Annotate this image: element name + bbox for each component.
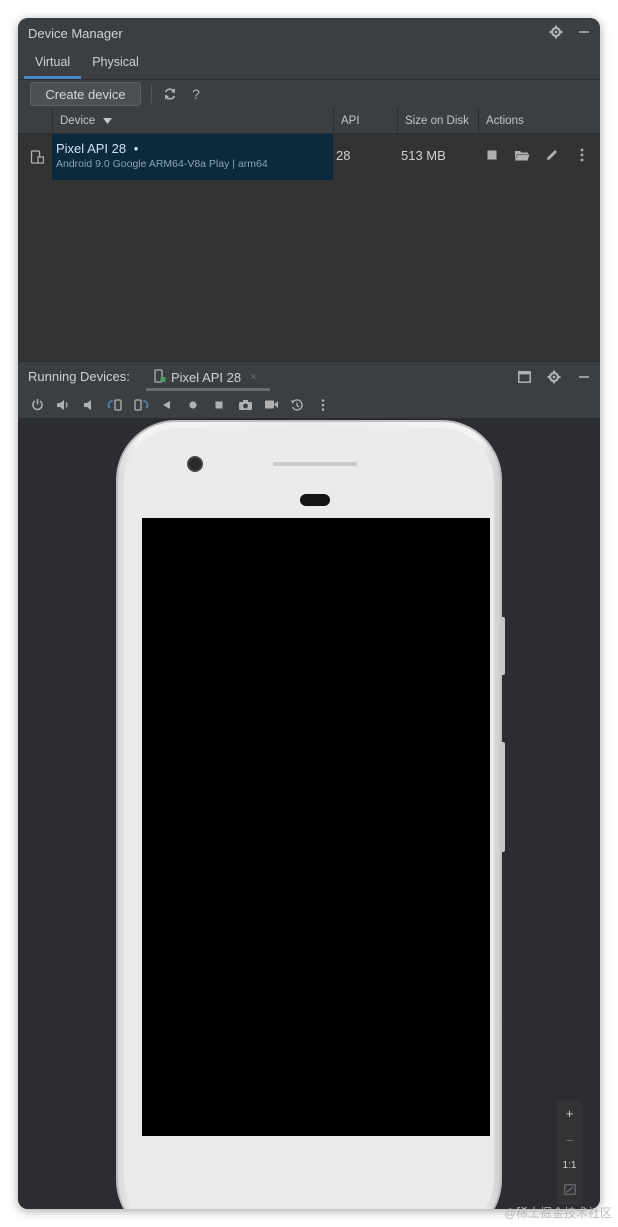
window-layout-icon[interactable]	[516, 369, 532, 385]
folder-icon[interactable]	[514, 147, 530, 163]
running-tab-label: Pixel API 28	[171, 369, 242, 385]
volume-up-icon[interactable]	[54, 396, 72, 414]
front-camera	[187, 456, 203, 472]
gear-icon[interactable]	[546, 369, 562, 385]
running-devices-bar: Running Devices: Pixel API 28 ×	[18, 361, 600, 391]
zoom-in-button[interactable]: +	[566, 1106, 574, 1121]
home-icon[interactable]	[184, 396, 202, 414]
column-device-label: Device	[60, 115, 96, 127]
tab-running-pixel[interactable]: Pixel API 28 ×	[142, 362, 270, 392]
minimize-icon[interactable]	[576, 24, 592, 40]
snapshot-history-icon[interactable]	[288, 396, 306, 414]
tab-physical[interactable]: Physical	[81, 48, 150, 79]
more-vertical-icon[interactable]	[314, 396, 332, 414]
emulator-toolbar	[18, 391, 600, 418]
phone-volume-rocker	[500, 742, 505, 852]
column-api[interactable]: API	[333, 108, 397, 134]
volume-down-icon[interactable]	[80, 396, 98, 414]
rotate-right-icon[interactable]	[132, 396, 150, 414]
zoom-fit-screen-icon[interactable]	[563, 1183, 576, 1198]
device-api: 28	[336, 148, 351, 163]
row-actions	[484, 147, 590, 163]
device-status-dot: •	[133, 141, 139, 156]
phone-frame	[116, 420, 505, 1209]
earpiece-speaker	[273, 462, 357, 466]
window-title: Device Manager	[28, 25, 123, 41]
close-icon[interactable]: ×	[250, 371, 256, 383]
more-vertical-icon[interactable]	[574, 147, 590, 163]
refresh-icon[interactable]	[162, 86, 178, 102]
device-screen[interactable]	[142, 518, 490, 1136]
device-subtitle: Android 9.0 Google ARM64-V8a Play | arm6…	[56, 158, 268, 170]
power-icon[interactable]	[28, 396, 46, 414]
help-icon[interactable]: ?	[188, 86, 204, 102]
table-row[interactable]: Pixel API 28 • Android 9.0 Google ARM64-…	[18, 134, 600, 180]
device-type-tabs: Virtual Physical	[18, 48, 600, 80]
device-manager-window: Device Manager Virtual Physical Create d…	[18, 18, 600, 1209]
device-toolbar: Create device ?	[18, 80, 600, 108]
overview-icon[interactable]	[210, 396, 228, 414]
proximity-sensor	[300, 494, 330, 506]
device-name: Pixel API 28	[56, 141, 127, 156]
running-device-icon	[154, 368, 166, 386]
phone-power-button	[500, 617, 505, 675]
column-device[interactable]: Device	[52, 108, 333, 134]
toolbar-divider	[151, 85, 152, 103]
zoom-controls: + − 1:1	[557, 1100, 582, 1204]
sort-desc-icon	[103, 118, 113, 124]
running-actions	[516, 369, 592, 385]
stop-icon[interactable]	[484, 147, 500, 163]
title-actions	[548, 24, 592, 40]
table-header: Device API Size on Disk Actions	[18, 108, 600, 134]
device-cell[interactable]: Pixel API 28 • Android 9.0 Google ARM64-…	[52, 134, 333, 180]
device-name-line: Pixel API 28 •	[56, 141, 333, 156]
create-device-button[interactable]: Create device	[30, 82, 141, 106]
title-bar: Device Manager	[18, 18, 600, 48]
emulator-viewport: + − 1:1	[18, 418, 600, 1209]
gear-icon[interactable]	[548, 24, 564, 40]
tab-virtual[interactable]: Virtual	[24, 48, 82, 79]
zoom-actual-size-button[interactable]: 1:1	[563, 1160, 577, 1171]
edit-pencil-icon[interactable]	[544, 147, 560, 163]
running-devices-label: Running Devices:	[28, 369, 130, 384]
video-record-icon[interactable]	[262, 396, 280, 414]
device-size: 513 MB	[401, 148, 446, 163]
zoom-out-button[interactable]: −	[566, 1133, 574, 1148]
watermark: @稀土掘金技术社区	[503, 1206, 612, 1220]
column-size[interactable]: Size on Disk	[397, 108, 478, 134]
phone-device-icon	[30, 150, 45, 169]
phone-bezel	[124, 428, 494, 1209]
minimize-icon[interactable]	[576, 369, 592, 385]
column-actions[interactable]: Actions	[478, 108, 600, 134]
rotate-left-icon[interactable]	[106, 396, 124, 414]
camera-icon[interactable]	[236, 396, 254, 414]
back-icon[interactable]	[158, 396, 176, 414]
device-table: Device API Size on Disk Actions Pixel AP…	[18, 108, 600, 361]
